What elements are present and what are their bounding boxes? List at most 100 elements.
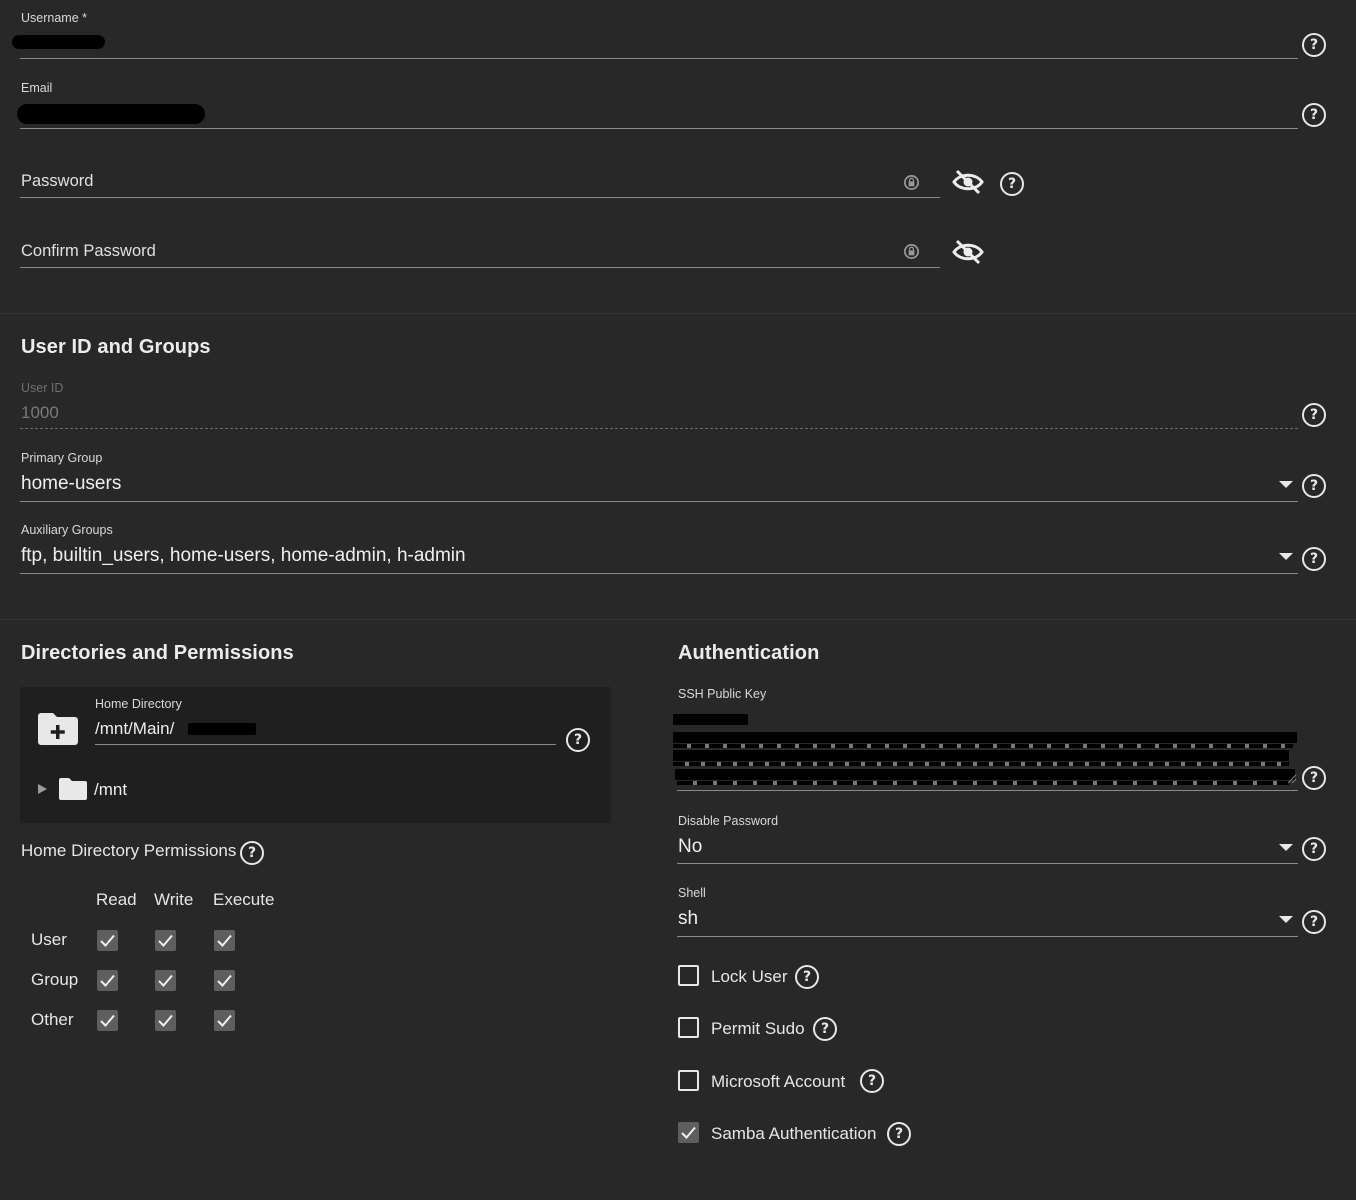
password-underline: [20, 197, 940, 198]
help-icon[interactable]: ?: [813, 1017, 837, 1041]
help-icon[interactable]: ?: [860, 1069, 884, 1093]
user-id-underline: [20, 428, 1298, 429]
disable-password-select[interactable]: No: [678, 836, 702, 858]
email-redaction: [17, 104, 205, 124]
ssh-key-label: SSH Public Key: [678, 687, 767, 701]
perm-other-execute-checkbox[interactable]: [214, 1010, 235, 1031]
help-icon[interactable]: ?: [566, 728, 590, 752]
shell-label: Shell: [678, 886, 706, 900]
help-icon[interactable]: ?: [1000, 172, 1024, 196]
aux-groups-select[interactable]: ftp, builtin_users, home-users, home-adm…: [21, 545, 466, 567]
password-input[interactable]: Password: [21, 172, 93, 191]
email-label: Email: [21, 81, 53, 95]
caret-right-icon[interactable]: [38, 784, 47, 794]
perm-group-execute-checkbox[interactable]: [214, 970, 235, 991]
perm-row-user: User: [31, 930, 67, 949]
resize-handle-icon[interactable]: [1287, 774, 1297, 784]
section-divider: [0, 313, 1356, 314]
help-icon[interactable]: ?: [240, 841, 264, 865]
disable-password-label: Disable Password: [678, 814, 779, 828]
caret-down-icon[interactable]: [1279, 553, 1293, 560]
primary-group-underline: [20, 501, 1298, 502]
microsoft-account-checkbox[interactable]: [678, 1070, 699, 1091]
caret-down-icon[interactable]: [1279, 844, 1293, 851]
samba-authentication-label: Samba Authentication: [711, 1124, 877, 1143]
ids-groups-title: User ID and Groups: [21, 336, 211, 358]
help-icon[interactable]: ?: [795, 965, 819, 989]
ssh-key-underline: [677, 790, 1298, 791]
shell-underline: [677, 936, 1298, 937]
checkmark-icon: [217, 1014, 232, 1027]
permissions-label: Home Directory Permissions: [21, 841, 237, 860]
ssh-key-redaction: [673, 750, 1289, 761]
help-icon[interactable]: ?: [1302, 837, 1326, 861]
lock-user-label: Lock User: [711, 967, 788, 986]
help-icon[interactable]: ?: [887, 1122, 911, 1146]
folder-plus-icon[interactable]: [36, 711, 80, 747]
lock-refresh-icon[interactable]: [902, 242, 921, 261]
username-label: Username *: [21, 11, 87, 25]
help-icon[interactable]: ?: [1302, 474, 1326, 498]
checkmark-icon: [158, 1014, 173, 1027]
ssh-key-redaction: [673, 714, 748, 725]
perm-user-read-checkbox[interactable]: [97, 930, 118, 951]
checkmark-icon: [100, 1014, 115, 1027]
tree-node-mnt[interactable]: /mnt: [94, 780, 127, 800]
directories-title: Directories and Permissions: [21, 642, 294, 664]
eye-off-icon[interactable]: [952, 239, 984, 265]
perm-other-read-checkbox[interactable]: [97, 1010, 118, 1031]
microsoft-account-label: Microsoft Account: [711, 1072, 846, 1091]
ssh-key-redaction: [673, 744, 1293, 748]
primary-group-select[interactable]: home-users: [21, 473, 121, 495]
home-directory-label: Home Directory: [95, 697, 182, 711]
aux-groups-underline: [20, 573, 1298, 574]
samba-authentication-checkbox[interactable]: [678, 1122, 699, 1143]
permit-sudo-label: Permit Sudo: [711, 1019, 805, 1038]
authentication-title: Authentication: [678, 642, 820, 664]
home-directory-input[interactable]: /mnt/Main/: [95, 719, 174, 739]
help-icon[interactable]: ?: [1302, 547, 1326, 571]
permit-sudo-checkbox[interactable]: [678, 1017, 699, 1038]
home-directory-underline: [95, 744, 556, 745]
checkmark-icon: [217, 934, 232, 947]
help-icon[interactable]: ?: [1302, 766, 1326, 790]
disable-password-underline: [677, 863, 1298, 864]
ssh-key-redaction: [677, 781, 1289, 785]
perm-group-read-checkbox[interactable]: [97, 970, 118, 991]
help-icon[interactable]: ?: [1302, 910, 1326, 934]
folder-icon: [59, 778, 87, 800]
perm-col-read: Read: [96, 890, 137, 909]
home-directory-redaction: [188, 723, 256, 735]
checkmark-icon: [158, 934, 173, 947]
ssh-key-redaction: [675, 769, 1295, 780]
perm-row-other: Other: [31, 1010, 74, 1029]
perm-user-write-checkbox[interactable]: [155, 930, 176, 951]
confirm-password-underline: [20, 267, 940, 268]
perm-col-execute: Execute: [213, 890, 275, 909]
email-input[interactable]: [20, 128, 1298, 129]
checkmark-icon: [100, 974, 115, 987]
perm-group-write-checkbox[interactable]: [155, 970, 176, 991]
eye-off-icon[interactable]: [952, 169, 984, 195]
caret-down-icon[interactable]: [1279, 916, 1293, 923]
checkmark-icon: [158, 974, 173, 987]
caret-down-icon[interactable]: [1279, 481, 1293, 488]
checkmark-icon: [681, 1126, 696, 1139]
lock-refresh-icon[interactable]: [902, 173, 921, 192]
username-input[interactable]: [20, 58, 1298, 59]
perm-other-write-checkbox[interactable]: [155, 1010, 176, 1031]
checkmark-icon: [217, 974, 232, 987]
ssh-key-redaction: [673, 732, 1297, 743]
shell-select[interactable]: sh: [678, 908, 698, 930]
help-icon[interactable]: ?: [1302, 33, 1326, 57]
perm-col-write: Write: [154, 890, 194, 909]
ssh-key-textarea[interactable]: [673, 708, 1299, 790]
lock-user-checkbox[interactable]: [678, 965, 699, 986]
ssh-key-redaction: [673, 762, 1289, 766]
aux-groups-label: Auxiliary Groups: [21, 523, 113, 537]
user-id-input[interactable]: 1000: [21, 403, 59, 423]
confirm-password-input[interactable]: Confirm Password: [21, 242, 156, 261]
help-icon[interactable]: ?: [1302, 103, 1326, 127]
perm-user-execute-checkbox[interactable]: [214, 930, 235, 951]
help-icon[interactable]: ?: [1302, 403, 1326, 427]
